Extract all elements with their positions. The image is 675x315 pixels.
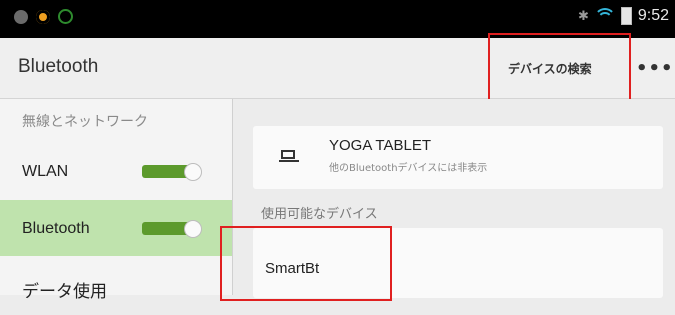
- overflow-menu-icon[interactable]: •••: [636, 58, 674, 79]
- laptop-icon: [279, 150, 299, 163]
- this-device-card[interactable]: YOGA TABLET 他のBluetoothデバイスには非表示: [253, 126, 663, 189]
- device-visibility-status: 他のBluetoothデバイスには非表示: [329, 163, 488, 174]
- wifi-icon: [593, 8, 616, 24]
- sidebar-item-wlan[interactable]: WLAN: [0, 143, 232, 199]
- bluetooth-status-icon: ✱: [577, 8, 589, 24]
- battery-icon: [620, 7, 632, 25]
- settings-sidebar: 無線とネットワーク WLAN Bluetooth データ使用: [0, 99, 233, 302]
- sidebar-item-label: データ使用: [22, 282, 107, 302]
- bluetooth-toggle[interactable]: [142, 220, 202, 238]
- wlan-toggle[interactable]: [142, 163, 202, 181]
- toggle-knob: [184, 220, 202, 238]
- sidebar-section-header: 無線とネットワーク: [22, 114, 148, 130]
- notification-icon: [36, 9, 50, 24]
- sidebar-item-bluetooth[interactable]: Bluetooth: [0, 200, 232, 256]
- sidebar-item-data-usage[interactable]: データ使用: [0, 259, 232, 315]
- system-icons: ✱ 9:52: [578, 7, 669, 25]
- toggle-knob: [184, 163, 202, 181]
- sidebar-item-label: WLAN: [22, 163, 69, 180]
- status-time: 9:52: [637, 7, 669, 24]
- page-title: Bluetooth: [18, 56, 99, 77]
- device-name: YOGA TABLET: [329, 137, 431, 154]
- available-devices-header: 使用可能なデバイス: [261, 207, 378, 222]
- highlight-box-search: [488, 33, 631, 105]
- notification-icon: [14, 9, 28, 24]
- sidebar-item-label: Bluetooth: [22, 220, 90, 237]
- notification-icon: [58, 9, 73, 24]
- notification-icons: [14, 9, 73, 24]
- highlight-box-device: [220, 226, 392, 301]
